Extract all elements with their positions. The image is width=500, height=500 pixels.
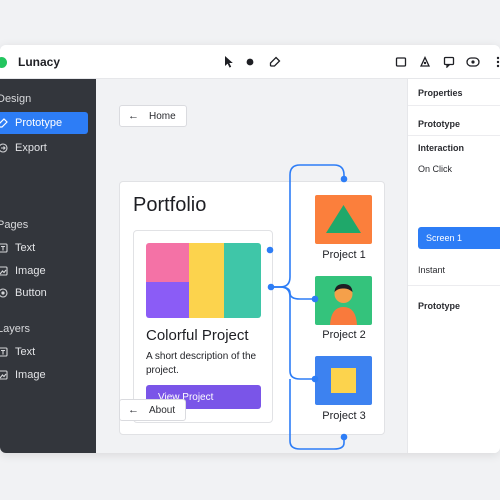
properties-panel: Properties Prototype Interaction On Clic… <box>407 79 500 453</box>
sidebar-item-button-page[interactable]: Button <box>0 282 88 304</box>
project-3-label: Project 3 <box>322 410 366 422</box>
circle-tool-icon[interactable] <box>242 54 258 70</box>
sidebar-item-label: Image <box>15 265 46 277</box>
project-2-thumbnail[interactable] <box>315 276 372 325</box>
avatar-icon <box>330 284 357 325</box>
colorful-project-image <box>146 243 261 318</box>
button-icon <box>0 287 9 299</box>
arrow-left-icon: ← <box>128 404 139 416</box>
home-button-label: Home <box>149 110 176 122</box>
violet-swatch <box>146 282 189 318</box>
interaction-title: Interaction <box>418 143 465 153</box>
frame-title: Portfolio <box>133 194 207 216</box>
sidebar-item-label: Text <box>15 242 36 254</box>
square-icon <box>331 368 356 393</box>
destination-select[interactable]: Screen 1 <box>418 227 500 249</box>
prototype-icon <box>0 117 9 129</box>
layers-section-title: Layers <box>0 323 31 335</box>
more-icon[interactable] <box>490 54 500 70</box>
sidebar-item-image-page[interactable]: Image <box>0 260 88 282</box>
shape-icon[interactable] <box>417 54 433 70</box>
sidebar-item-text-layer[interactable]: Text <box>0 341 88 363</box>
text-icon <box>0 346 9 358</box>
sidebar-item-label: Button <box>15 287 47 299</box>
project-card[interactable]: Colorful Project A short description of … <box>133 230 273 423</box>
app-window: Lunacy Design Prototype Export Pages Tex… <box>0 45 500 453</box>
sidebar-item-label: Prototype <box>15 117 63 129</box>
prototype-canvas[interactable]: ← Home Portfolio Colorful Project A shor… <box>96 79 407 453</box>
sidebar-item-text-page[interactable]: Text <box>0 237 88 259</box>
sidebar-item-image-layer[interactable]: Image <box>0 364 88 386</box>
project-1-label: Project 1 <box>322 249 366 261</box>
text-icon <box>0 242 9 254</box>
sidebar-item-label: Export <box>15 142 47 154</box>
home-button[interactable]: ← Home <box>119 105 187 127</box>
trigger-label[interactable]: On Click <box>418 164 452 174</box>
yellow-swatch <box>189 243 224 318</box>
eraser-icon[interactable] <box>267 54 283 70</box>
prototype-section-title: Prototype <box>418 119 461 129</box>
sidebar-item-label: Text <box>15 346 36 358</box>
app-title: Lunacy <box>18 55 61 69</box>
top-bar: Lunacy <box>0 45 500 79</box>
image-icon <box>0 265 9 277</box>
card-description: A short description of the project. <box>146 351 257 376</box>
about-button-label: About <box>149 404 176 416</box>
project-2-label: Project 2 <box>322 329 366 341</box>
triangle-icon <box>326 205 361 233</box>
divider <box>408 105 500 106</box>
app-logo-icon <box>0 57 7 68</box>
pages-section-title: Pages <box>0 219 29 231</box>
teal-swatch <box>224 243 261 318</box>
divider <box>408 285 500 286</box>
pointer-icon[interactable] <box>221 54 237 70</box>
arrow-left-icon: ← <box>128 110 139 122</box>
frame-icon[interactable] <box>393 54 409 70</box>
sidebar-item-label: Image <box>15 369 46 381</box>
project-3-thumbnail[interactable] <box>315 356 372 405</box>
sidebar-item-export[interactable]: Export <box>0 137 88 159</box>
pink-swatch <box>146 243 189 282</box>
properties-title: Properties <box>418 88 463 98</box>
export-icon <box>0 142 9 154</box>
left-sidebar: Design Prototype Export Pages Text Image <box>0 79 96 453</box>
prototype-section-title-2: Prototype <box>418 301 461 311</box>
project-1-thumbnail[interactable] <box>315 195 372 244</box>
image-icon <box>0 369 9 381</box>
animation-label[interactable]: Instant <box>418 265 445 275</box>
sidebar-item-prototype[interactable]: Prototype <box>0 112 88 134</box>
comment-icon[interactable] <box>441 54 457 70</box>
about-button[interactable]: ← About <box>119 399 187 421</box>
divider <box>408 135 500 136</box>
preview-icon[interactable] <box>465 54 481 70</box>
design-section-title: Design <box>0 93 32 105</box>
card-title: Colorful Project <box>146 327 249 344</box>
